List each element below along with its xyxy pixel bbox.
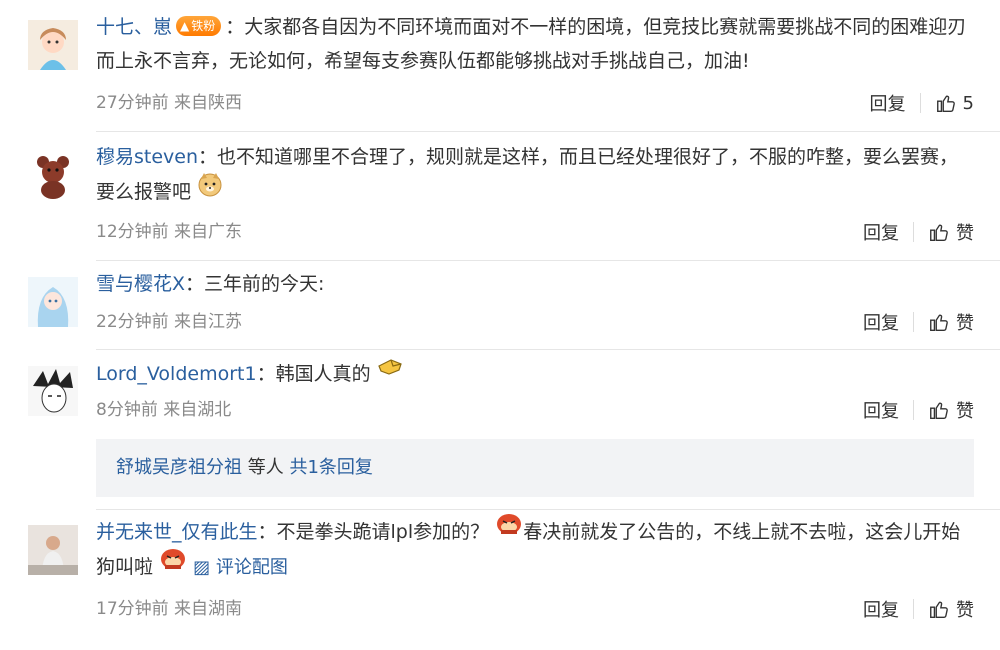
separator: ： (198, 146, 218, 168)
comment-location: 来自湖南 (174, 599, 243, 619)
comment-actions: 回复 5 (870, 90, 974, 116)
comment-username[interactable]: 雪与樱花X (96, 273, 185, 295)
comment-location: 来自广东 (174, 222, 243, 242)
separator: ： (225, 16, 245, 38)
avatar[interactable] (28, 366, 78, 416)
sub-reply-user[interactable]: 舒城吴彦祖分祖 (116, 457, 242, 478)
comment-text-block: 并无来世_仅有此生：不是拳头跪请lpl参加的？ 春决前就发了公告的，不线上就不去… (96, 512, 976, 585)
comment-actions: 回复 赞 (863, 310, 974, 334)
reply-button[interactable]: 回复 (870, 90, 906, 116)
comment-text: 韩国人真的 (275, 363, 371, 385)
thumbs-up-icon (930, 314, 948, 331)
action-divider (919, 93, 921, 113)
action-divider (913, 599, 914, 619)
comment-divider (96, 349, 1000, 350)
like-count: 5 (962, 92, 974, 114)
like-label: 赞 (956, 600, 974, 621)
like-button[interactable]: 5 (935, 92, 974, 114)
comment-actions: 回复 赞 (863, 220, 974, 244)
point-emoji-icon (377, 355, 403, 389)
reply-button[interactable]: 回复 (863, 596, 899, 622)
like-label: 赞 (956, 401, 974, 422)
comment-location: 来自湖北 (163, 400, 232, 420)
separator: ： (257, 521, 277, 543)
comment-meta: 8分钟前 来自湖北 (96, 398, 231, 422)
reply-button[interactable]: 回复 (863, 397, 899, 423)
sub-reply-count-link[interactable]: 共1条回复 (289, 457, 372, 478)
separator: ： (256, 363, 276, 385)
comment-text-part1: 不是拳头跪请lpl参加的？ (276, 521, 490, 543)
sub-reply-box[interactable]: 舒城吴彦祖分祖 等人 共1条回复 (96, 439, 974, 497)
action-divider (913, 222, 914, 242)
reply-button[interactable]: 回复 (863, 219, 899, 245)
thumbs-up-icon (936, 95, 955, 112)
comment-location: 来自江苏 (174, 312, 243, 332)
thumbs-up-icon (930, 601, 948, 618)
avatar[interactable] (28, 277, 78, 327)
comment-username[interactable]: Lord_Voldemort1 (96, 363, 257, 385)
reply-button[interactable]: 回复 (863, 309, 899, 335)
action-divider (913, 400, 914, 420)
fan-badge[interactable]: ▲ 铁粉 (176, 15, 222, 36)
comment-divider (96, 260, 1000, 261)
comment-divider (96, 509, 1000, 510)
comment-text: 也不知道哪里不合理了，规则就是这样，而且已经处理很好了，不服的咋整，要么罢赛，要… (96, 146, 959, 203)
fan-badge-icon: ▲ (180, 18, 190, 33)
comment-meta: 17分钟前 来自湖南 (96, 597, 242, 621)
action-divider (913, 312, 914, 332)
comment-time: 27分钟前 (96, 93, 169, 113)
angry-emoji-icon (495, 512, 523, 547)
comment-text-block: 穆易steven：也不知道哪里不合理了，规则就是这样，而且已经处理很好了，不服的… (96, 140, 976, 211)
comment-time: 8分钟前 (96, 400, 158, 420)
comment-divider (96, 131, 1000, 132)
comment-username[interactable]: 十七、崽 (96, 16, 172, 38)
comment-text-block: Lord_Voldemort1：韩国人真的 (96, 357, 976, 392)
comment-image-label: 评论配图 (215, 557, 288, 578)
doge-emoji-icon (197, 171, 223, 208)
avatar[interactable] (28, 525, 78, 575)
comment-meta: 27分钟前 来自陕西 (96, 91, 242, 115)
fan-badge-label: 铁粉 (191, 18, 216, 33)
like-button[interactable]: 赞 (928, 219, 974, 245)
comment-username[interactable]: 穆易steven (96, 146, 198, 168)
like-label: 赞 (956, 313, 974, 334)
thumbs-up-icon (930, 224, 948, 241)
comment-time: 12分钟前 (96, 222, 169, 242)
comment-actions: 回复 赞 (863, 597, 974, 621)
comment-text-block: 十七、崽 ▲ 铁粉 ：大家都各自因为不同环境而面对不一样的困境，但竞技比赛就需要挑战不… (96, 10, 976, 78)
angry-emoji-icon (159, 547, 187, 582)
comment-time: 22分钟前 (96, 312, 169, 332)
comment-text-block: 雪与樱花X：三年前的今天: (96, 267, 976, 301)
like-button[interactable]: 赞 (928, 596, 974, 622)
comment-meta: 12分钟前 来自广东 (96, 220, 242, 244)
avatar[interactable] (28, 20, 78, 70)
like-button[interactable]: 赞 (928, 397, 974, 423)
comment-username[interactable]: 并无来世_仅有此生 (96, 521, 258, 543)
image-icon: ▨ (193, 557, 211, 578)
comment-location: 来自陕西 (174, 93, 243, 113)
comment-actions: 回复 赞 (863, 398, 974, 422)
comment-text: 三年前的今天: (204, 273, 325, 295)
sub-reply-middle: 等人 (242, 457, 290, 478)
thumbs-up-icon (930, 402, 948, 419)
comment-meta: 22分钟前 来自江苏 (96, 310, 242, 334)
like-button[interactable]: 赞 (928, 309, 974, 335)
comment-time: 17分钟前 (96, 599, 169, 619)
avatar[interactable] (28, 150, 78, 200)
separator: ： (185, 273, 205, 295)
comment-image-link[interactable]: ▨ 评论配图 (193, 557, 288, 578)
like-label: 赞 (956, 223, 974, 244)
